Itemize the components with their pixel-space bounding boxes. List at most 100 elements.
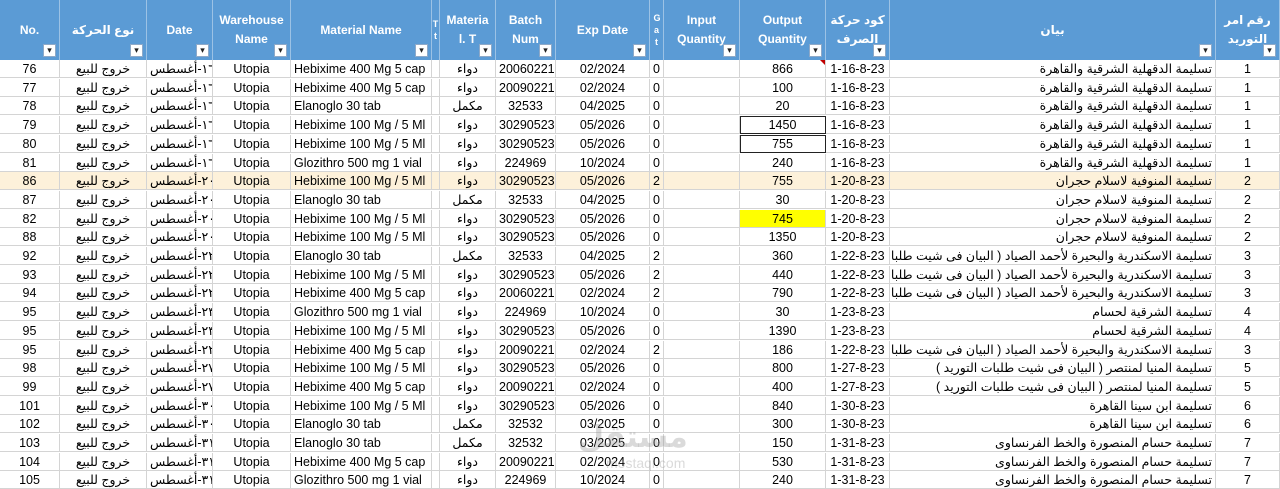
cell-batch[interactable]: 30290523 — [496, 134, 556, 153]
cell-mtype[interactable]: دواء — [440, 321, 496, 340]
cell-g[interactable]: 0 — [650, 471, 664, 489]
cell-stmt[interactable]: تسليمة الدقهلية الشرقية والقاهرة — [890, 60, 1216, 78]
cell-n1[interactable] — [432, 452, 440, 471]
filter-dropdown-icon[interactable]: ▾ — [43, 44, 56, 57]
cell-move[interactable]: خروج للبيع — [60, 359, 147, 378]
cell-date[interactable]: ٢٠-أغسطس — [147, 172, 213, 191]
cell-g[interactable]: 0 — [650, 97, 664, 116]
cell-batch[interactable]: 30290523 — [496, 321, 556, 340]
cell-batch[interactable]: 20060221 — [496, 284, 556, 303]
cell-outq[interactable]: 790 — [740, 284, 826, 303]
header-output-qty[interactable]: Output Quantity ▾ — [740, 0, 826, 60]
cell-stmt[interactable]: تسليمة الدقهلية الشرقية والقاهرة — [890, 78, 1216, 97]
cell-order[interactable]: 1 — [1216, 60, 1280, 78]
cell-code[interactable]: 1-20-8-23 — [826, 209, 890, 228]
cell-inq[interactable] — [664, 359, 740, 378]
cell-exp[interactable]: 03/2025 — [556, 415, 650, 434]
cell-outq[interactable]: 440 — [740, 265, 826, 284]
cell-date[interactable]: ١٦-أغسطس — [147, 78, 213, 97]
cell-wh[interactable]: Utopia — [213, 134, 291, 153]
cell-g[interactable]: 0 — [650, 78, 664, 97]
cell-wh[interactable]: Utopia — [213, 247, 291, 265]
cell-inq[interactable] — [664, 452, 740, 471]
cell-order[interactable]: 2 — [1216, 228, 1280, 247]
cell-no[interactable]: 82 — [0, 209, 60, 228]
cell-order[interactable]: 1 — [1216, 116, 1280, 135]
cell-mat[interactable]: Hebiximе 100 Mg / 5 Ml — [291, 172, 432, 191]
cell-batch[interactable]: 20090221 — [496, 340, 556, 359]
cell-outq[interactable]: 1450 — [740, 116, 826, 135]
cell-stmt[interactable]: تسليمة الاسكندرية والبحيرة لأحمد الصياد … — [890, 247, 1216, 265]
filter-dropdown-icon[interactable]: ▾ — [809, 44, 822, 57]
cell-no[interactable]: 77 — [0, 78, 60, 97]
cell-mat[interactable]: Hebiximе 100 Mg / 5 Ml — [291, 265, 432, 284]
cell-exp[interactable]: 05/2026 — [556, 116, 650, 135]
cell-batch[interactable]: 30290523 — [496, 228, 556, 247]
cell-wh[interactable]: Utopia — [213, 415, 291, 434]
cell-order[interactable]: 5 — [1216, 377, 1280, 396]
cell-wh[interactable]: Utopia — [213, 78, 291, 97]
cell-inq[interactable] — [664, 97, 740, 116]
cell-n1[interactable] — [432, 340, 440, 359]
filter-dropdown-icon[interactable]: ▾ — [274, 44, 287, 57]
cell-n1[interactable] — [432, 60, 440, 78]
cell-mtype[interactable]: دواء — [440, 78, 496, 97]
cell-batch[interactable]: 30290523 — [496, 359, 556, 378]
cell-inq[interactable] — [664, 471, 740, 489]
cell-move[interactable]: خروج للبيع — [60, 228, 147, 247]
filter-dropdown-icon[interactable]: ▾ — [1199, 44, 1212, 57]
filter-dropdown-icon[interactable]: ▾ — [633, 44, 646, 57]
cell-inq[interactable] — [664, 60, 740, 78]
cell-no[interactable]: 87 — [0, 190, 60, 209]
cell-mat[interactable]: Glozithro 500 mg 1 vial — [291, 471, 432, 489]
cell-no[interactable]: 99 — [0, 377, 60, 396]
cell-inq[interactable] — [664, 247, 740, 265]
cell-code[interactable]: 1-16-8-23 — [826, 60, 890, 78]
cell-mat[interactable]: Elanoglo 30 tab — [291, 434, 432, 452]
cell-batch[interactable]: 30290523 — [496, 116, 556, 135]
cell-code[interactable]: 1-20-8-23 — [826, 228, 890, 247]
cell-n1[interactable] — [432, 434, 440, 452]
cell-date[interactable]: ٢٧-أغسطس — [147, 359, 213, 378]
cell-mat[interactable]: Hebiximе 100 Mg / 5 Ml — [291, 321, 432, 340]
cell-mat[interactable]: Hebiximе 400 Mg 5 cap — [291, 377, 432, 396]
cell-exp[interactable]: 05/2026 — [556, 134, 650, 153]
cell-batch[interactable]: 32533 — [496, 97, 556, 116]
cell-g[interactable]: 0 — [650, 228, 664, 247]
cell-wh[interactable]: Utopia — [213, 303, 291, 322]
cell-date[interactable]: ١٦-أغسطس — [147, 134, 213, 153]
cell-mtype[interactable]: دواء — [440, 471, 496, 489]
cell-n1[interactable] — [432, 209, 440, 228]
header-mat-type[interactable]: Materia l. T ▾ — [440, 0, 496, 60]
cell-batch[interactable]: 32533 — [496, 247, 556, 265]
filter-dropdown-icon[interactable]: ▾ — [723, 44, 736, 57]
cell-mtype[interactable]: مكمل — [440, 97, 496, 116]
cell-n1[interactable] — [432, 190, 440, 209]
cell-mat[interactable]: Elanoglo 30 tab — [291, 97, 432, 116]
cell-wh[interactable]: Utopia — [213, 116, 291, 135]
cell-n1[interactable] — [432, 415, 440, 434]
cell-wh[interactable]: Utopia — [213, 190, 291, 209]
cell-wh[interactable]: Utopia — [213, 434, 291, 452]
cell-inq[interactable] — [664, 396, 740, 415]
cell-no[interactable]: 86 — [0, 172, 60, 191]
cell-no[interactable]: 103 — [0, 434, 60, 452]
cell-exp[interactable]: 10/2024 — [556, 153, 650, 172]
cell-no[interactable]: 94 — [0, 284, 60, 303]
cell-order[interactable]: 1 — [1216, 78, 1280, 97]
cell-code[interactable]: 1-23-8-23 — [826, 321, 890, 340]
cell-wh[interactable]: Utopia — [213, 172, 291, 191]
cell-n1[interactable] — [432, 228, 440, 247]
cell-outq[interactable]: 30 — [740, 190, 826, 209]
cell-mtype[interactable]: دواء — [440, 284, 496, 303]
cell-inq[interactable] — [664, 284, 740, 303]
cell-no[interactable]: 101 — [0, 396, 60, 415]
cell-n1[interactable] — [432, 116, 440, 135]
cell-exp[interactable]: 05/2026 — [556, 396, 650, 415]
cell-date[interactable]: ٣١-أغسطس — [147, 471, 213, 489]
cell-code[interactable]: 1-16-8-23 — [826, 134, 890, 153]
cell-mat[interactable]: Hebiximе 400 Mg 5 cap — [291, 452, 432, 471]
cell-move[interactable]: خروج للبيع — [60, 60, 147, 78]
cell-mat[interactable]: Hebiximе 100 Mg / 5 Ml — [291, 209, 432, 228]
cell-exp[interactable]: 02/2024 — [556, 78, 650, 97]
